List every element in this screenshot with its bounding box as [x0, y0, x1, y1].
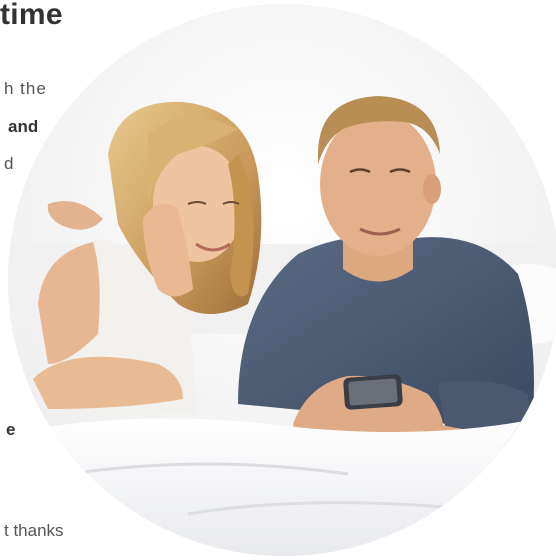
body-text-fragment-5: t thanks: [4, 521, 64, 540]
body-text-fragment-3: d: [4, 154, 14, 173]
couple-photo: [8, 4, 556, 556]
body-text-fragment-2: and: [8, 117, 39, 136]
section-heading: time: [0, 0, 63, 31]
page: time h the and d e t thanks: [0, 0, 556, 560]
body-text-fragment-1: h the: [4, 79, 47, 98]
couple-with-phone-illustration: [8, 4, 556, 556]
body-text-fragment-4: e: [6, 420, 16, 439]
